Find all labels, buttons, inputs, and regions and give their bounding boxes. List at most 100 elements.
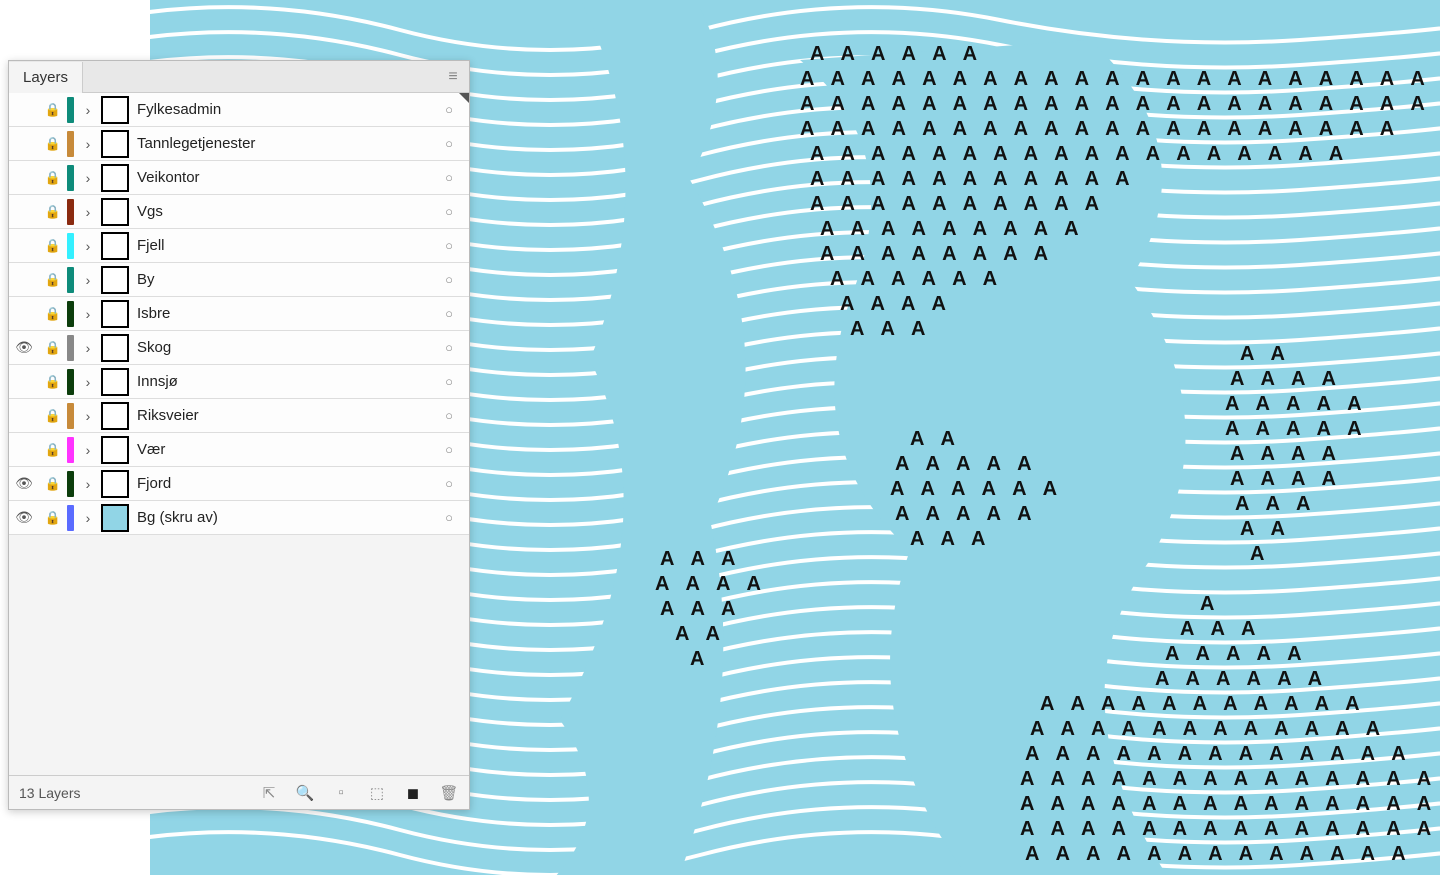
lock-icon[interactable]: 🔒 — [39, 510, 67, 526]
layer-thumbnail[interactable] — [101, 504, 129, 532]
target-icon[interactable]: ○ — [429, 510, 469, 525]
layer-name[interactable]: By — [137, 271, 429, 288]
svg-text:A A A A A A A A A: A A A A A A A A A — [820, 218, 1085, 240]
layer-thumbnail[interactable] — [101, 402, 129, 430]
expand-toggle[interactable]: › — [77, 136, 99, 152]
svg-text:A A A A A A: A A A A A A — [890, 478, 1063, 500]
layer-name[interactable]: Skog — [137, 339, 429, 356]
layer-name[interactable]: Vær — [137, 441, 429, 458]
panel-footer: 13 Layers ⇱ 🔍 ▫ ⬚ ◼ 🗑 — [9, 775, 469, 809]
layer-row[interactable]: 🔒 › Riksveier○ — [9, 399, 469, 433]
layers-tab[interactable]: Layers — [9, 62, 83, 93]
target-icon[interactable]: ○ — [429, 340, 469, 355]
layer-row[interactable]: 🔒 › Fylkesadmin○ — [9, 93, 469, 127]
target-icon[interactable]: ○ — [429, 306, 469, 321]
svg-text:A A A A: A A A A — [840, 293, 952, 315]
lock-icon[interactable]: 🔒 — [39, 340, 67, 356]
expand-toggle[interactable]: › — [77, 204, 99, 220]
expand-toggle[interactable]: › — [77, 340, 99, 356]
export-icon[interactable]: ⇱ — [259, 784, 279, 802]
layer-name[interactable]: Riksveier — [137, 407, 429, 424]
svg-text:A: A — [690, 648, 710, 670]
layer-row[interactable]: 👁🔒 › Bg (skru av)○ — [9, 501, 469, 535]
layer-list[interactable]: 🔒›Fylkesadmin○🔒›Tannlegetjenester○🔒›Veik… — [9, 93, 469, 775]
target-icon[interactable]: ○ — [429, 476, 469, 491]
target-icon[interactable]: ○ — [429, 272, 469, 287]
target-icon[interactable]: ○ — [429, 102, 469, 117]
layer-row[interactable]: 🔒 › Fjell○ — [9, 229, 469, 263]
layer-thumbnail[interactable] — [101, 436, 129, 464]
layer-row[interactable]: 🔒 › Veikontor○ — [9, 161, 469, 195]
locate-icon[interactable]: 🔍 — [295, 784, 315, 802]
layer-name[interactable]: Fjord — [137, 475, 429, 492]
expand-toggle[interactable]: › — [77, 442, 99, 458]
expand-toggle[interactable]: › — [77, 306, 99, 322]
layer-thumbnail[interactable] — [101, 96, 129, 124]
lock-icon[interactable]: 🔒 — [39, 102, 67, 118]
target-icon[interactable]: ○ — [429, 374, 469, 389]
layer-row[interactable]: 👁🔒 › Skog○ — [9, 331, 469, 365]
target-icon[interactable]: ○ — [429, 408, 469, 423]
expand-toggle[interactable]: › — [77, 170, 99, 186]
svg-text:A A A A A A A A A A A A A A: A A A A A A A A A A A A A A — [1020, 768, 1437, 790]
layer-thumbnail[interactable] — [101, 300, 129, 328]
layer-thumbnail[interactable] — [101, 164, 129, 192]
lock-icon[interactable]: 🔒 — [39, 238, 67, 254]
svg-text:A A A A A A: A A A A A A — [810, 43, 983, 65]
layer-thumbnail[interactable] — [101, 470, 129, 498]
lock-icon[interactable]: 🔒 — [39, 170, 67, 186]
panel-menu-icon[interactable]: ≡ — [437, 61, 469, 92]
layer-name[interactable]: Vgs — [137, 203, 429, 220]
layer-thumbnail[interactable] — [101, 130, 129, 158]
layer-name[interactable]: Veikontor — [137, 169, 429, 186]
layer-name[interactable]: Isbre — [137, 305, 429, 322]
layer-row[interactable]: 🔒 › Isbre○ — [9, 297, 469, 331]
layer-name[interactable]: Fjell — [137, 237, 429, 254]
layer-thumbnail[interactable] — [101, 232, 129, 260]
visibility-toggle[interactable]: 👁 — [9, 509, 39, 526]
delete-layer-icon[interactable]: 🗑 — [439, 784, 459, 802]
layer-row[interactable]: 🔒 › Tannlegetjenester○ — [9, 127, 469, 161]
layer-name[interactable]: Tannlegetjenester — [137, 135, 429, 152]
expand-toggle[interactable]: › — [77, 102, 99, 118]
expand-toggle[interactable]: › — [77, 238, 99, 254]
new-sublayer-icon[interactable]: ▫ — [331, 784, 351, 801]
visibility-toggle[interactable]: 👁 — [9, 475, 39, 492]
layer-thumbnail[interactable] — [101, 334, 129, 362]
expand-toggle[interactable]: › — [77, 408, 99, 424]
new-layer-icon[interactable]: ◼ — [403, 784, 423, 802]
clip-mask-icon[interactable]: ⬚ — [367, 784, 387, 802]
lock-icon[interactable]: 🔒 — [39, 442, 67, 458]
lock-icon[interactable]: 🔒 — [39, 204, 67, 220]
target-icon[interactable]: ○ — [429, 136, 469, 151]
svg-text:A A A A: A A A A — [1230, 368, 1342, 390]
layer-row[interactable]: 🔒 › Vgs○ — [9, 195, 469, 229]
lock-icon[interactable]: 🔒 — [39, 136, 67, 152]
layer-thumbnail[interactable] — [101, 198, 129, 226]
target-icon[interactable]: ○ — [429, 204, 469, 219]
layer-row[interactable]: 🔒 › Innsjø○ — [9, 365, 469, 399]
lock-icon[interactable]: 🔒 — [39, 272, 67, 288]
expand-toggle[interactable]: › — [77, 476, 99, 492]
lock-icon[interactable]: 🔒 — [39, 408, 67, 424]
visibility-toggle[interactable]: 👁 — [9, 339, 39, 356]
lock-icon[interactable]: 🔒 — [39, 306, 67, 322]
layer-name[interactable]: Fylkesadmin — [137, 101, 429, 118]
expand-toggle[interactable]: › — [77, 510, 99, 526]
target-icon[interactable]: ○ — [429, 238, 469, 253]
layer-name[interactable]: Innsjø — [137, 373, 429, 390]
lock-icon[interactable]: 🔒 — [39, 476, 67, 492]
expand-toggle[interactable]: › — [77, 272, 99, 288]
layer-color-strip — [67, 335, 74, 361]
layer-name[interactable]: Bg (skru av) — [137, 509, 429, 526]
target-icon[interactable]: ○ — [429, 170, 469, 185]
layer-color-strip — [67, 437, 74, 463]
layer-row[interactable]: 🔒 › By○ — [9, 263, 469, 297]
layer-thumbnail[interactable] — [101, 266, 129, 294]
layer-row[interactable]: 🔒 › Vær○ — [9, 433, 469, 467]
target-icon[interactable]: ○ — [429, 442, 469, 457]
layer-row[interactable]: 👁🔒 › Fjord○ — [9, 467, 469, 501]
lock-icon[interactable]: 🔒 — [39, 374, 67, 390]
layer-thumbnail[interactable] — [101, 368, 129, 396]
expand-toggle[interactable]: › — [77, 374, 99, 390]
